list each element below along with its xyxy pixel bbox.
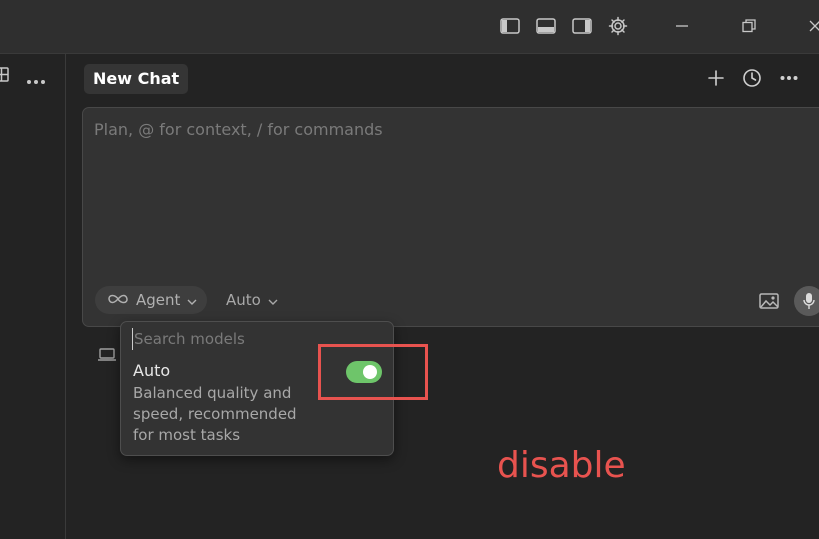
chevron-down-icon [187, 291, 197, 309]
model-option-auto[interactable]: Auto Balanced quality and speed, recomme… [133, 361, 315, 446]
layout-icon[interactable] [0, 66, 10, 88]
microphone-icon[interactable] [794, 286, 819, 316]
model-label: Auto [226, 291, 261, 309]
annotation-label: disable [497, 445, 626, 486]
tab-new-chat[interactable]: New Chat [84, 64, 189, 94]
chat-header: New Chat [66, 54, 819, 104]
chat-composer: Agent Auto [82, 107, 819, 327]
infinity-icon [107, 291, 129, 309]
model-option-name: Auto [133, 361, 171, 380]
chevron-down-icon [268, 291, 278, 309]
title-bar [0, 0, 819, 54]
annotation-highlight-box [318, 344, 428, 400]
restore-icon[interactable] [737, 14, 761, 38]
model-selector[interactable]: Auto [226, 286, 278, 314]
toggle-sidebar-icon[interactable] [498, 14, 522, 38]
agent-mode-selector[interactable]: Agent [95, 286, 208, 314]
laptop-icon [97, 347, 117, 366]
left-panel [0, 54, 66, 539]
toggle-panel-icon[interactable] [534, 14, 558, 38]
gear-icon[interactable] [606, 14, 630, 38]
history-icon[interactable] [740, 66, 764, 90]
minimize-icon[interactable] [670, 14, 694, 38]
plus-icon[interactable] [704, 66, 728, 90]
more-icon[interactable] [26, 70, 46, 89]
more-icon[interactable] [777, 66, 801, 90]
model-option-description: Balanced quality and speed, recommended … [133, 384, 297, 444]
prompt-input[interactable] [94, 120, 794, 139]
close-icon[interactable] [803, 14, 819, 38]
toggle-secondary-sidebar-icon[interactable] [570, 14, 594, 38]
image-icon[interactable] [759, 292, 779, 310]
agent-mode-label: Agent [136, 291, 181, 309]
